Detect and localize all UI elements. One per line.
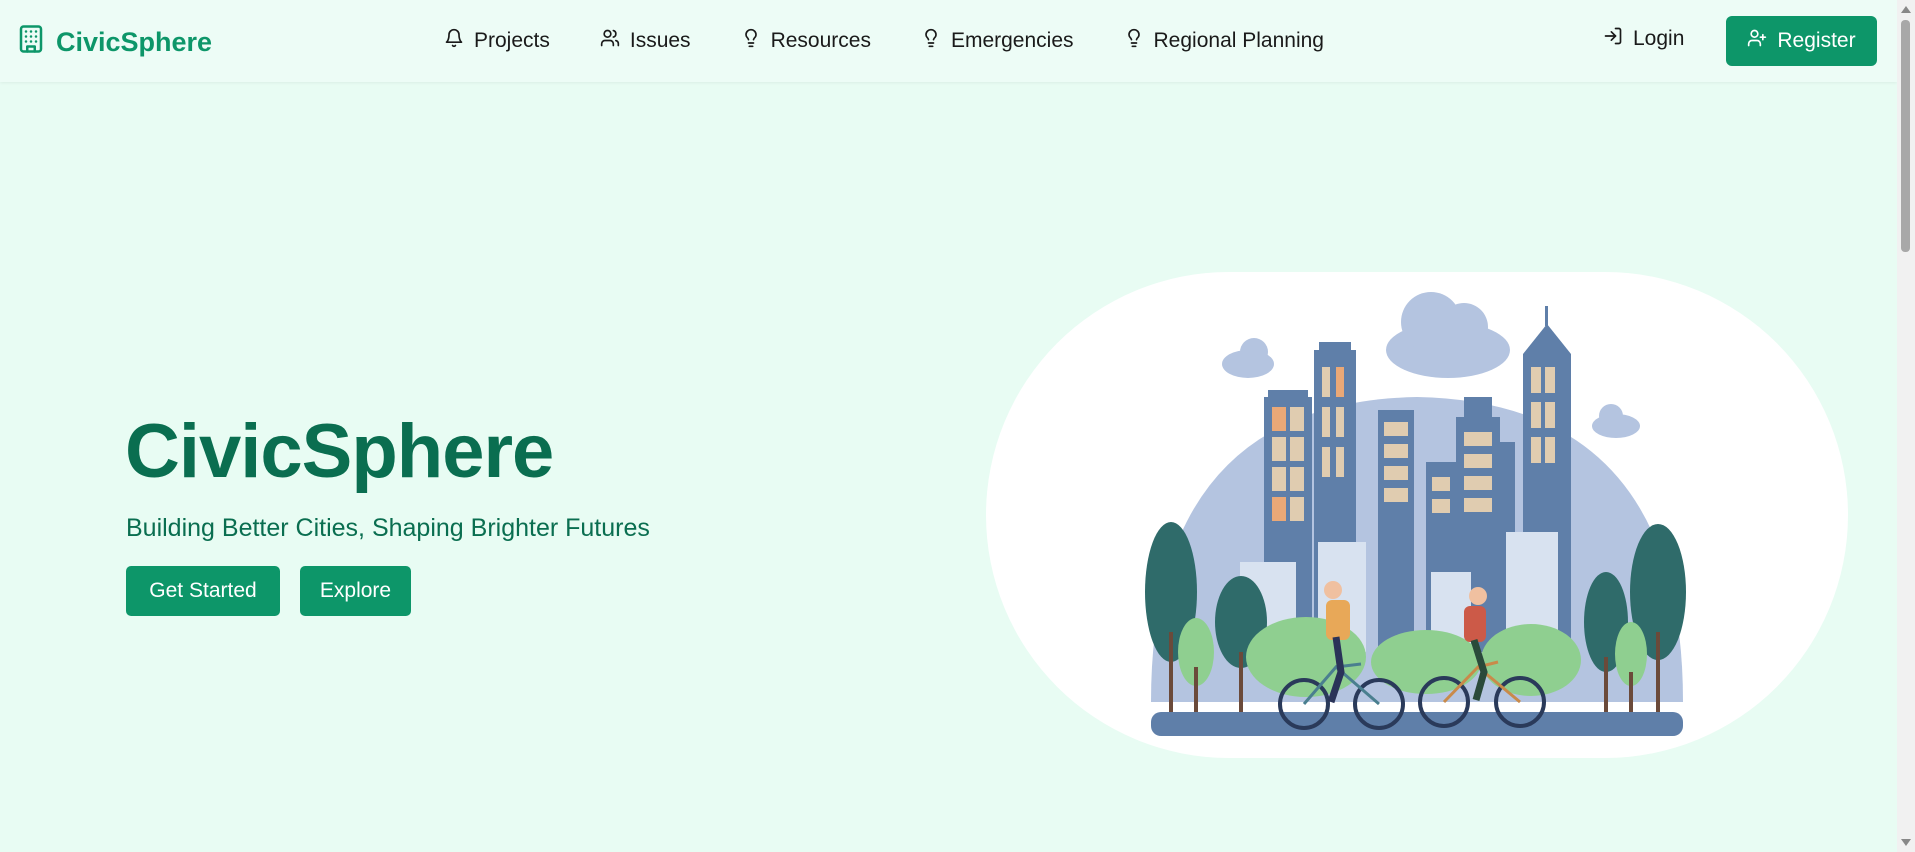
- login-icon: [1603, 26, 1623, 52]
- nav-item-issues[interactable]: Issues: [600, 28, 691, 54]
- city-illustration: [986, 272, 1848, 758]
- login-label: Login: [1633, 27, 1685, 50]
- lightbulb-icon: [741, 28, 761, 54]
- scroll-thumb[interactable]: [1901, 20, 1910, 252]
- nav-item-regional-planning[interactable]: Regional Planning: [1124, 28, 1324, 54]
- nav-item-projects[interactable]: Projects: [444, 28, 550, 54]
- nav-item-label: Emergencies: [950, 29, 1074, 52]
- top-navbar: CivicSphere Projects Issues Resources Em…: [0, 0, 1897, 82]
- register-button[interactable]: Register: [1726, 16, 1877, 66]
- nav-item-label: Projects: [474, 29, 550, 52]
- hero-title: CivicSphere: [125, 409, 554, 494]
- nav-item-label: Regional Planning: [1153, 29, 1324, 52]
- lightbulb-icon: [1124, 28, 1144, 54]
- hero-subtitle: Building Better Cities, Shaping Brighter…: [126, 514, 650, 542]
- brand-logo[interactable]: CivicSphere: [16, 24, 212, 61]
- lightbulb-icon: [921, 28, 941, 54]
- bell-icon: [444, 28, 464, 54]
- brand-name: CivicSphere: [56, 27, 213, 57]
- page-scrollbar[interactable]: [1897, 0, 1915, 852]
- nav-links: Projects Issues Resources Emergencies Re…: [444, 0, 1324, 82]
- register-label: Register: [1777, 29, 1856, 52]
- scroll-down-arrow-icon[interactable]: [1901, 839, 1911, 846]
- nav-item-resources[interactable]: Resources: [741, 28, 871, 54]
- nav-item-label: Resources: [770, 29, 871, 52]
- nav-item-emergencies[interactable]: Emergencies: [921, 28, 1074, 54]
- explore-button[interactable]: Explore: [300, 566, 411, 616]
- building-icon: [16, 24, 46, 61]
- nav-item-label: Issues: [629, 29, 691, 52]
- users-icon: [600, 28, 620, 54]
- login-link[interactable]: Login: [1603, 26, 1684, 52]
- user-plus-icon: [1747, 28, 1767, 54]
- scroll-up-arrow-icon[interactable]: [1901, 6, 1911, 13]
- get-started-button[interactable]: Get Started: [126, 566, 280, 616]
